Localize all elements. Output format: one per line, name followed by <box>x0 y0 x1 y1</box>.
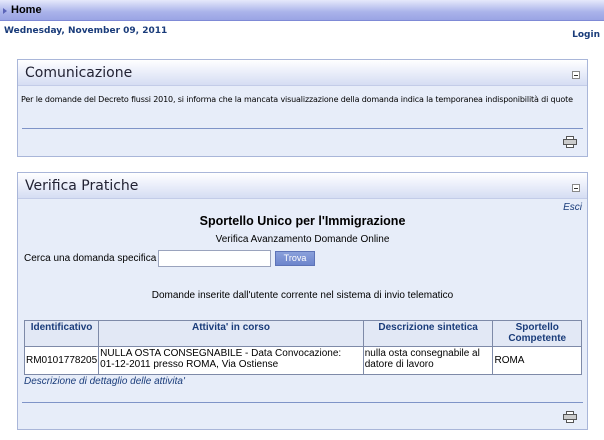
detail-link[interactable]: Descrizione di dettaglio delle attivita' <box>24 376 185 387</box>
minimize-icon[interactable] <box>572 184 580 192</box>
table-header-row: Identificativo Attivita' in corso Descri… <box>23 320 582 347</box>
cell-attivita: NULLA OSTA CONSEGNABILE - Data Convocazi… <box>98 346 364 375</box>
top-nav-bar: Home <box>0 0 604 21</box>
print-icon[interactable] <box>563 136 577 148</box>
esci-link[interactable]: Esci <box>563 202 582 213</box>
current-date: Wednesday, November 09, 2011 <box>4 26 168 36</box>
col-identificativo: Identificativo <box>23 320 100 347</box>
trova-button[interactable]: Trova <box>275 251 315 266</box>
print-icon[interactable] <box>563 411 577 423</box>
cell-sportello: ROMA <box>492 346 582 375</box>
arrow-bullet-icon <box>3 8 7 14</box>
verifica-pratiche-panel: Verifica Pratiche Esci Sportello Unico p… <box>17 172 588 430</box>
verifica-title: Verifica Pratiche <box>25 178 139 194</box>
cell-descrizione: nulla osta consegnabile al datore di lav… <box>362 346 494 375</box>
login-link[interactable]: Login <box>572 30 600 40</box>
table-row[interactable]: RM0101778205 NULLA OSTA CONSEGNABILE - D… <box>23 346 582 375</box>
page-heading: Sportello Unico per l'Immigrazione <box>199 214 406 228</box>
inserted-text: Domande inserite dall'utente corrente ne… <box>151 290 454 301</box>
search-label: Cerca una domanda specifica <box>24 253 157 264</box>
col-descrizione: Descrizione sintetica <box>362 320 494 347</box>
home-link[interactable]: Home <box>11 4 42 16</box>
search-input[interactable] <box>158 250 271 267</box>
row-id: RM0101778205 <box>26 355 98 366</box>
comunicazione-panel: Comunicazione Per le domande del Decreto… <box>17 59 588 157</box>
cell-identificativo: RM0101778205 <box>23 346 100 375</box>
comunicazione-body: Per le domande del Decreto flussi 2010, … <box>18 86 587 156</box>
descrizione-line-1: nulla osta consegnabile al <box>364 348 480 359</box>
comunicazione-message: Per le domande del Decreto flussi 2010, … <box>21 95 573 104</box>
verifica-body: Esci Sportello Unico per l'Immigrazione … <box>18 199 587 429</box>
col-attivita: Attivita' in corso <box>98 320 364 347</box>
pratiche-table: Identificativo Attivita' in corso Descri… <box>23 320 582 375</box>
attivita-line-1: NULLA OSTA CONSEGNABILE - Data Convocazi… <box>100 348 342 359</box>
divider <box>22 402 583 403</box>
descrizione-line-2: datore di lavoro <box>364 359 434 370</box>
page-subheading: Verifica Avanzamento Domande Online <box>215 234 390 245</box>
row-sportello: ROMA <box>494 355 525 366</box>
attivita-line-2: 01-12-2011 presso ROMA, Via Ostiense <box>100 359 279 370</box>
divider <box>22 128 583 129</box>
minimize-icon[interactable] <box>572 71 580 79</box>
comunicazione-title: Comunicazione <box>25 65 133 81</box>
col-sportello: Sportello Competente <box>492 320 582 347</box>
comunicazione-header: Comunicazione <box>18 60 587 86</box>
verifica-header: Verifica Pratiche <box>18 173 587 199</box>
